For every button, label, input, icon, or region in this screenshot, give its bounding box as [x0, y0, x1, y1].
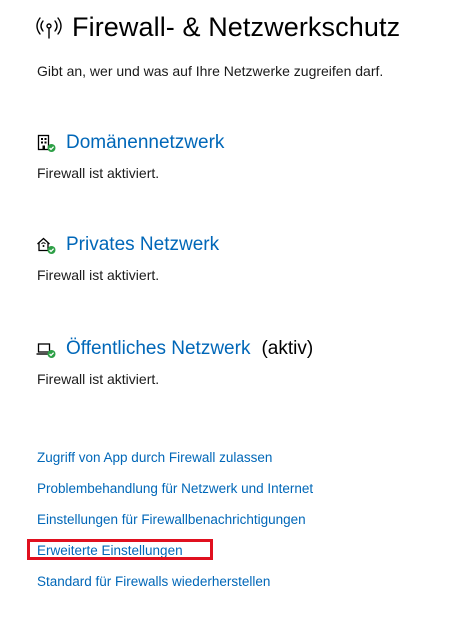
related-links: Zugriff von App durch Firewall zulassen …: [37, 449, 313, 604]
page-subtitle: Gibt an, wer und was auf Ihre Netzwerke …: [37, 63, 384, 79]
network-link-public[interactable]: Öffentliches Netzwerk: [66, 338, 250, 360]
page-header: Firewall- & Netzwerkschutz: [36, 12, 400, 43]
network-status-public: Firewall ist aktiviert.: [37, 371, 160, 387]
domain-network-shield-icon: [36, 133, 56, 153]
network-heading: Öffentliches Netzwerk (aktiv): [36, 336, 313, 362]
network-section-public: Öffentliches Netzwerk (aktiv) Firewall i…: [36, 336, 313, 387]
active-indicator: (aktiv): [261, 338, 314, 359]
network-section-private: Privates Netzwerk Firewall ist aktiviert…: [36, 232, 219, 283]
wireless-antenna-icon: [36, 15, 62, 41]
page-title: Firewall- & Netzwerkschutz: [72, 12, 401, 42]
network-link-domain[interactable]: Domänennetzwerk: [66, 132, 224, 154]
network-heading: Domänennetzwerk: [36, 130, 224, 156]
link-advanced-settings[interactable]: Erweiterte Einstellungen: [37, 542, 313, 573]
firewall-network-protection-page: Firewall- & Netzwerkschutz Gibt an, wer …: [0, 0, 450, 620]
network-heading: Privates Netzwerk: [36, 232, 219, 258]
network-status-private: Firewall ist aktiviert.: [37, 267, 160, 283]
link-restore-firewall-defaults[interactable]: Standard für Firewalls wiederherstellen: [37, 573, 313, 604]
link-network-troubleshooter[interactable]: Problembehandlung für Netzwerk und Inter…: [37, 480, 313, 511]
network-section-domain: Domänennetzwerk Firewall ist aktiviert.: [36, 130, 224, 181]
link-allow-app-through-firewall[interactable]: Zugriff von App durch Firewall zulassen: [37, 449, 313, 480]
network-status-domain: Firewall ist aktiviert.: [37, 165, 160, 181]
private-network-shield-icon: [36, 235, 56, 255]
link-firewall-notification-settings[interactable]: Einstellungen für Firewallbenachrichtigu…: [37, 511, 313, 542]
network-link-private[interactable]: Privates Netzwerk: [66, 234, 219, 256]
public-network-shield-icon: [36, 339, 56, 359]
